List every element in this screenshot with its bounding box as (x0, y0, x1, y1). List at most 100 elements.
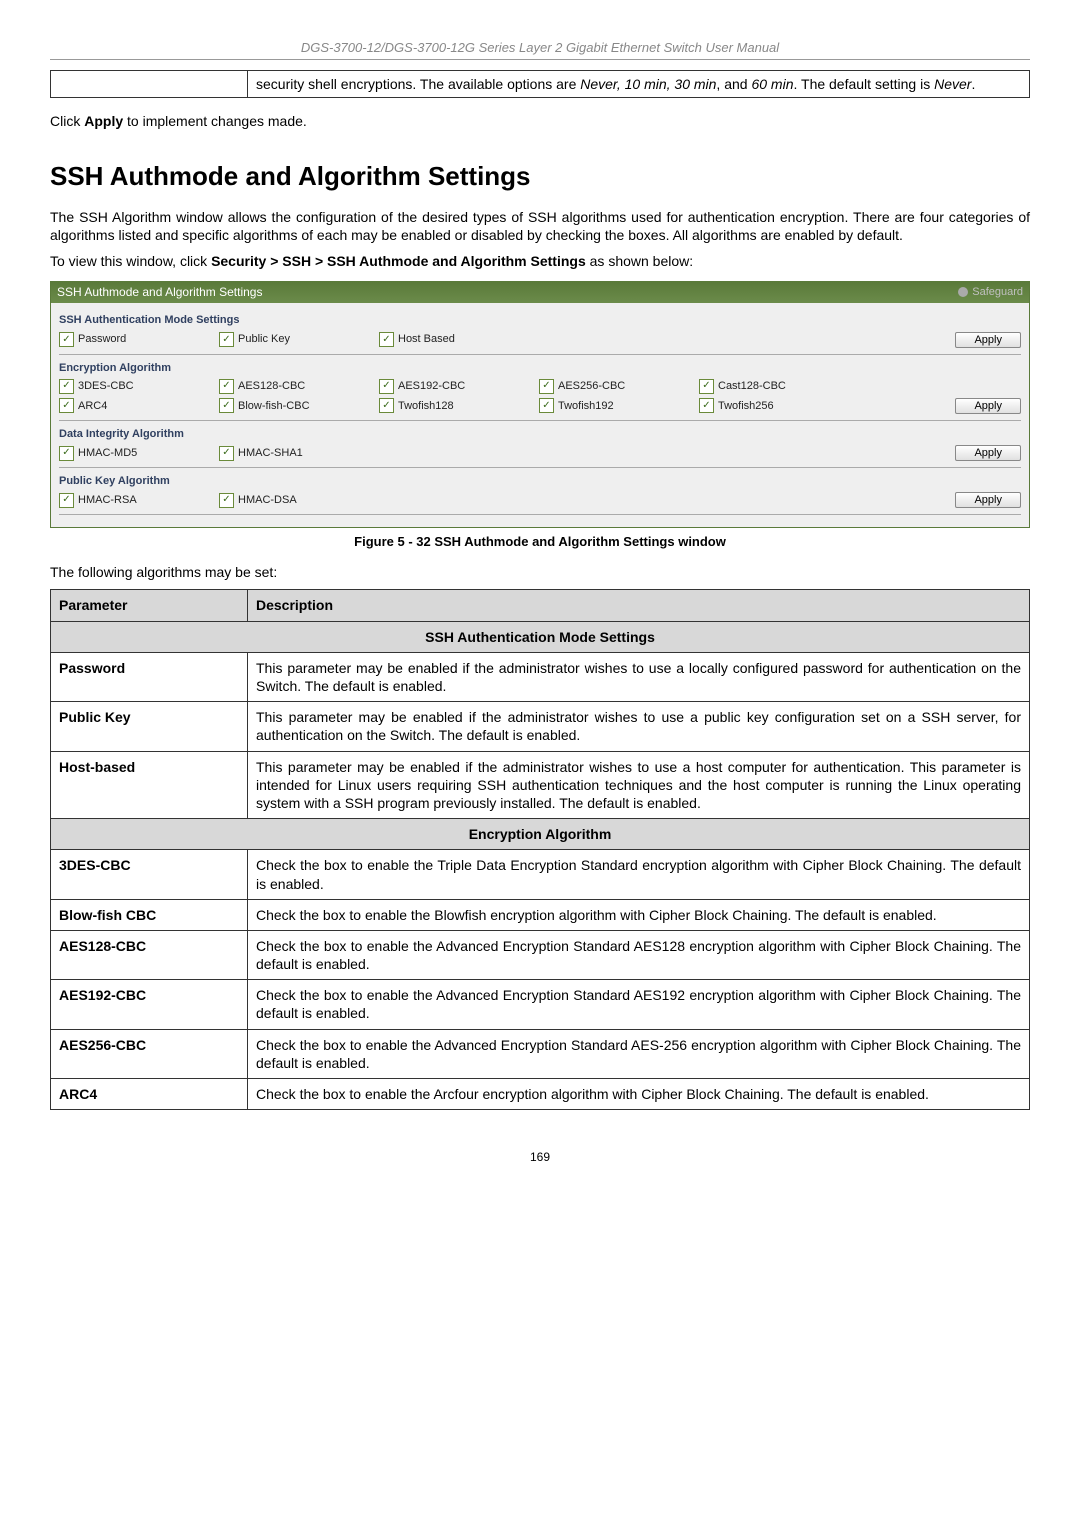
check-icon: ✓ (59, 493, 74, 508)
auth-label-1: Public Key (238, 332, 290, 346)
table-row: Blow-fish CBC Check the box to enable th… (51, 899, 1030, 930)
integ-label-1: HMAC-SHA1 (238, 446, 303, 460)
checkbox-aes128[interactable]: ✓AES128-CBC (219, 379, 379, 394)
enc-label: Twofish256 (718, 399, 774, 413)
check-icon: ✓ (379, 332, 394, 347)
checkbox-hmac-sha1[interactable]: ✓ HMAC-SHA1 (219, 446, 379, 461)
click-apply-pre: Click (50, 113, 84, 129)
auth-row: ✓Password ✓Public Key ✓Host Based Apply (59, 330, 1021, 350)
param-desc: Check the box to enable the Blowfish enc… (248, 899, 1030, 930)
nav-post: as shown below: (586, 253, 693, 269)
enc-label: ARC4 (78, 399, 107, 413)
check-icon: ✓ (219, 446, 234, 461)
check-icon: ✓ (219, 493, 234, 508)
click-apply-post: to implement changes made. (123, 113, 307, 129)
section-title: SSH Authmode and Algorithm Settings (50, 160, 1030, 194)
auth-apply-button[interactable]: Apply (955, 332, 1021, 348)
checkbox-hmac-rsa[interactable]: ✓ HMAC-RSA (59, 493, 219, 508)
checkbox-3des[interactable]: ✓ 3DES-CBC (59, 379, 219, 394)
param-name: Blow-fish CBC (51, 899, 248, 930)
check-icon: ✓ (59, 446, 74, 461)
firmware-body: SSH Authentication Mode Settings ✓Passwo… (51, 303, 1029, 527)
top-note-italic3: Never (934, 76, 971, 92)
check-icon: ✓ (699, 379, 714, 394)
checkbox-cast128[interactable]: ✓ Cast128-CBC (699, 379, 859, 394)
top-note-cell: security shell encryptions. The availabl… (248, 70, 1030, 97)
enc-label: Cast128-CBC (718, 379, 786, 393)
firmware-title: SSH Authmode and Algorithm Settings (57, 285, 262, 301)
checkbox-twofish128[interactable]: ✓ Twofish128 (379, 398, 539, 413)
param-desc: Check the box to enable the Advanced Enc… (248, 1029, 1030, 1078)
pub-apply-button[interactable]: Apply (955, 492, 1021, 508)
top-note-italic2: 60 min (751, 76, 793, 92)
check-icon: ✓ (539, 398, 554, 413)
checkbox-blowfish[interactable]: ✓Blow-fish-CBC (219, 398, 379, 413)
param-name: Host-based (51, 751, 248, 819)
param-name: ARC4 (51, 1079, 248, 1110)
top-note-pre: security shell encryptions. The availabl… (256, 76, 580, 92)
check-icon: ✓ (379, 398, 394, 413)
param-desc: Check the box to enable the Advanced Enc… (248, 930, 1030, 979)
enc-label: AES192-CBC (398, 379, 465, 393)
table-row: Host-based This parameter may be enabled… (51, 751, 1030, 819)
checkbox-aes256[interactable]: ✓AES256-CBC (539, 379, 699, 394)
parameter-table: Parameter Description SSH Authentication… (50, 589, 1030, 1110)
pub-label-1: HMAC-DSA (238, 493, 297, 507)
table-row: AES128-CBC Check the box to enable the A… (51, 930, 1030, 979)
check-icon: ✓ (699, 398, 714, 413)
click-apply-text: Click Apply to implement changes made. (50, 112, 1030, 130)
intro-paragraph: The SSH Algorithm window allows the conf… (50, 208, 1030, 244)
safeguard-indicator: Safeguard (958, 285, 1023, 299)
param-desc: Check the box to enable the Advanced Enc… (248, 980, 1030, 1029)
separator (59, 420, 1021, 421)
page-number: 169 (50, 1150, 1030, 1166)
integ-apply-button[interactable]: Apply (955, 445, 1021, 461)
checkbox-publickey[interactable]: ✓Public Key (219, 332, 379, 347)
param-desc: Check the box to enable the Triple Data … (248, 850, 1030, 899)
check-icon: ✓ (59, 398, 74, 413)
check-icon: ✓ (379, 379, 394, 394)
param-name: AES192-CBC (51, 980, 248, 1029)
checkbox-twofish192[interactable]: ✓Twofish192 (539, 398, 699, 413)
table-row: Public Key This parameter may be enabled… (51, 702, 1030, 751)
enc-label: AES128-CBC (238, 379, 305, 393)
enc-label: Blow-fish-CBC (238, 399, 310, 413)
enc-label: Twofish128 (398, 399, 454, 413)
integ-row: ✓ HMAC-MD5 ✓ HMAC-SHA1 Apply (59, 443, 1021, 463)
doc-header: DGS-3700-12/DGS-3700-12G Series Layer 2 … (50, 40, 1030, 60)
checkbox-password[interactable]: ✓Password (59, 332, 219, 347)
figure-caption: Figure 5 - 32 SSH Authmode and Algorithm… (50, 534, 1030, 551)
separator (59, 467, 1021, 468)
param-name: AES128-CBC (51, 930, 248, 979)
auth-label-0: Password (78, 332, 126, 346)
integ-label-0: HMAC-MD5 (78, 446, 137, 460)
separator (59, 514, 1021, 515)
checkbox-hostbased[interactable]: ✓Host Based (379, 332, 539, 347)
separator (59, 354, 1021, 355)
checkbox-hmac-md5[interactable]: ✓ HMAC-MD5 (59, 446, 219, 461)
checkbox-arc4[interactable]: ✓ ARC4 (59, 398, 219, 413)
nav-line: To view this window, click Security > SS… (50, 252, 1030, 270)
algos-intro: The following algorithms may be set: (50, 563, 1030, 581)
section-row-enc: Encryption Algorithm (51, 819, 1030, 850)
checkbox-aes192[interactable]: ✓ AES192-CBC (379, 379, 539, 394)
enc-apply-button[interactable]: Apply (955, 398, 1021, 414)
param-name: 3DES-CBC (51, 850, 248, 899)
top-note-and: , and (716, 76, 751, 92)
table-row: ARC4 Check the box to enable the Arcfour… (51, 1079, 1030, 1110)
pub-label-0: HMAC-RSA (78, 493, 137, 507)
table-row: AES192-CBC Check the box to enable the A… (51, 980, 1030, 1029)
param-desc: This parameter may be enabled if the adm… (248, 652, 1030, 701)
firmware-window: SSH Authmode and Algorithm Settings Safe… (50, 281, 1030, 529)
enc-group-title: Encryption Algorithm (59, 361, 1021, 375)
enc-label: 3DES-CBC (78, 379, 134, 393)
checkbox-twofish256[interactable]: ✓ Twofish256 (699, 398, 859, 413)
table-row: 3DES-CBC Check the box to enable the Tri… (51, 850, 1030, 899)
top-note-end: . (971, 76, 975, 92)
checkbox-hmac-dsa[interactable]: ✓ HMAC-DSA (219, 493, 379, 508)
th-parameter: Parameter (51, 590, 248, 621)
firmware-titlebar: SSH Authmode and Algorithm Settings Safe… (51, 282, 1029, 304)
auth-group-title: SSH Authentication Mode Settings (59, 313, 1021, 327)
section-row-auth: SSH Authentication Mode Settings (51, 621, 1030, 652)
check-icon: ✓ (59, 379, 74, 394)
